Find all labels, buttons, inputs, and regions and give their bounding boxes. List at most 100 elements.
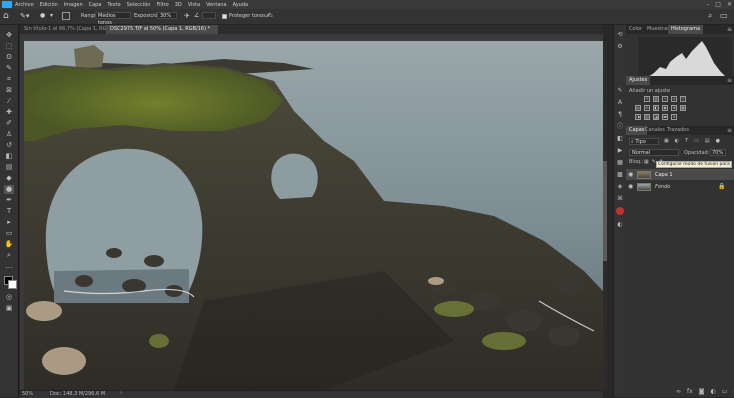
properties-icon[interactable]: ⚙ (616, 43, 624, 51)
menu-seleccion[interactable]: Selección (127, 2, 151, 8)
shape-tool-icon[interactable]: ▭ (4, 229, 14, 238)
menu-edicion[interactable]: Edición (40, 2, 58, 8)
character-icon[interactable]: A (616, 99, 624, 107)
libraries-icon[interactable]: ▦ (616, 159, 624, 167)
menu-capa[interactable]: Capa (89, 2, 102, 8)
vibrance-icon[interactable]: ▽ (680, 96, 686, 102)
tab-sin-titulo[interactable]: Sin título-1 al 66,7% (Capa 1, RGB/8#) * (20, 25, 125, 34)
cc-libraries-icon[interactable] (616, 207, 624, 215)
marquee-tool-icon[interactable]: ⬚ (4, 42, 14, 51)
background-color-swatch[interactable] (8, 280, 17, 289)
filter-shape-icon[interactable]: ▭ (694, 138, 699, 144)
panel-menu-icon[interactable]: ≡ (727, 25, 732, 34)
opacity-field[interactable]: 70% (710, 149, 726, 156)
quick-select-tool-icon[interactable]: ✎ (4, 64, 14, 73)
filter-smart-icon[interactable]: ▤ (705, 138, 710, 144)
navigator-icon[interactable]: ◧ (616, 135, 624, 143)
stamp-tool-icon[interactable]: ♙ (4, 130, 14, 139)
history-icon[interactable]: ⟲ (616, 31, 624, 39)
vertical-scrollbar[interactable] (603, 41, 607, 390)
tab-trazados[interactable]: Trazados (664, 126, 692, 135)
adjust-icon[interactable]: ◐ (616, 221, 624, 229)
blur-tool-icon[interactable]: ◆ (4, 174, 14, 183)
new-group-icon[interactable]: ▭ (722, 388, 728, 395)
filter-type-icon[interactable]: T (685, 138, 688, 144)
angle-field[interactable] (202, 12, 216, 19)
status-arrow-icon[interactable]: › (120, 390, 122, 396)
sponge-tool-icon[interactable]: ● (4, 185, 14, 194)
quick-mask-icon[interactable]: ◎ (4, 293, 14, 302)
gradient-tool-icon[interactable]: ▤ (4, 163, 14, 172)
tab-dsc2975[interactable]: DSC2975.TIF al 50% (Capa 1, RGB/16) * (106, 25, 218, 34)
zoom-tool-icon[interactable]: ⌕ (4, 251, 14, 260)
search-icon[interactable]: ⌕ (708, 11, 712, 21)
brush-dropdown-icon[interactable]: ▾ (50, 12, 53, 19)
tab-ajustes[interactable]: Ajustes (626, 76, 651, 85)
close-button[interactable]: ✕ (727, 1, 732, 8)
layer-name-capa1[interactable]: Capa 1 (655, 172, 673, 178)
layer-filter-select[interactable]: ⌕ Tipo (629, 138, 659, 145)
home-icon[interactable]: ⌂ (3, 11, 9, 21)
link-layers-icon[interactable]: ∞ (676, 388, 681, 395)
proteger-tonos-checkbox[interactable] (222, 14, 227, 19)
menu-archivo[interactable]: Archivo (15, 2, 34, 8)
hue-saturation-icon[interactable]: ▤ (635, 105, 641, 111)
gradient-map-icon[interactable]: ▬ (662, 114, 668, 120)
minimize-button[interactable]: – (706, 1, 709, 8)
healing-tool-icon[interactable]: ✚ (4, 108, 14, 117)
menu-ayuda[interactable]: Ayuda (233, 2, 248, 8)
exposicion-field[interactable]: 30% (157, 12, 177, 19)
brush-tool-icon[interactable]: ✐ (4, 119, 14, 128)
hand-tool-icon[interactable]: ✋ (4, 240, 14, 249)
menu-texto[interactable]: Texto (107, 2, 120, 8)
lasso-tool-icon[interactable]: ʘ (4, 53, 14, 62)
layer-row[interactable]: ◉ Fondo 🔒 (626, 181, 734, 192)
image-canvas[interactable] (24, 41, 603, 390)
lock-pixels-icon[interactable]: ▦ (644, 159, 649, 165)
layer-row[interactable]: ◉ Capa 1 (626, 169, 734, 180)
filter-toggle-icon[interactable]: ● (716, 138, 720, 144)
visibility-eye-icon[interactable]: ◉ (628, 171, 635, 178)
curves-icon[interactable]: ∿ (662, 96, 668, 102)
glyphs-icon[interactable]: ⌘ (616, 195, 624, 203)
lock-icon[interactable]: 🔒 (718, 183, 725, 190)
scrollbar-thumb[interactable] (603, 161, 607, 261)
paragraph-icon[interactable]: ¶ (616, 111, 624, 119)
path-select-tool-icon[interactable]: ▸ (4, 218, 14, 227)
filter-adjust-icon[interactable]: ◐ (675, 138, 679, 144)
pen-tool-icon[interactable]: ✒ (4, 196, 14, 205)
layer-name-fondo[interactable]: Fondo (655, 184, 670, 190)
tab-histograma[interactable]: Histograma (668, 25, 704, 34)
eraser-tool-icon[interactable]: ◧ (4, 152, 14, 161)
swatches-icon[interactable]: ▩ (616, 171, 624, 179)
menu-vista[interactable]: Vista (188, 2, 200, 8)
menu-filtro[interactable]: Filtro (156, 2, 168, 8)
crop-tool-icon[interactable]: ⌗ (4, 75, 14, 84)
sponge-tool-preset-icon[interactable]: ✎▾ (20, 12, 29, 20)
photoshop-logo-icon[interactable] (2, 1, 12, 8)
history-brush-tool-icon[interactable]: ↺ (4, 141, 14, 150)
tab-color[interactable]: Color (626, 25, 645, 34)
layers-menu-icon[interactable]: ≡ (727, 126, 732, 135)
selective-color-icon[interactable]: ✕ (671, 114, 677, 120)
visibility-eye-icon[interactable]: ◉ (628, 183, 635, 190)
frame-tool-icon[interactable]: ⊠ (4, 86, 14, 95)
new-adjustment-icon[interactable]: ◐ (711, 388, 716, 395)
type-tool-icon[interactable]: T (4, 207, 14, 216)
brush-settings-icon[interactable] (62, 12, 70, 20)
add-mask-icon[interactable]: ◙ (699, 388, 705, 395)
menu-ventana[interactable]: Ventana (206, 2, 227, 8)
info-icon[interactable]: ⓘ (616, 123, 624, 131)
eyedropper-tool-icon[interactable]: ⁄ (4, 97, 14, 106)
move-tool-icon[interactable]: ✥ (4, 31, 14, 40)
brush-presets-icon[interactable]: ✎ (616, 87, 624, 95)
styles-icon[interactable]: ◈ (616, 183, 624, 191)
pressure-icon[interactable]: ✍ (266, 11, 273, 20)
more-tools-icon[interactable]: … (4, 262, 14, 271)
workspace-icon[interactable]: ▭ (720, 11, 728, 20)
levels-icon[interactable]: ▥ (653, 96, 659, 102)
exposure-icon[interactable]: ± (671, 96, 677, 102)
color-lookup-icon[interactable]: ▦ (680, 105, 686, 111)
threshold-icon[interactable]: ◪ (653, 114, 659, 120)
menu-imagen[interactable]: Imagen (64, 2, 83, 8)
